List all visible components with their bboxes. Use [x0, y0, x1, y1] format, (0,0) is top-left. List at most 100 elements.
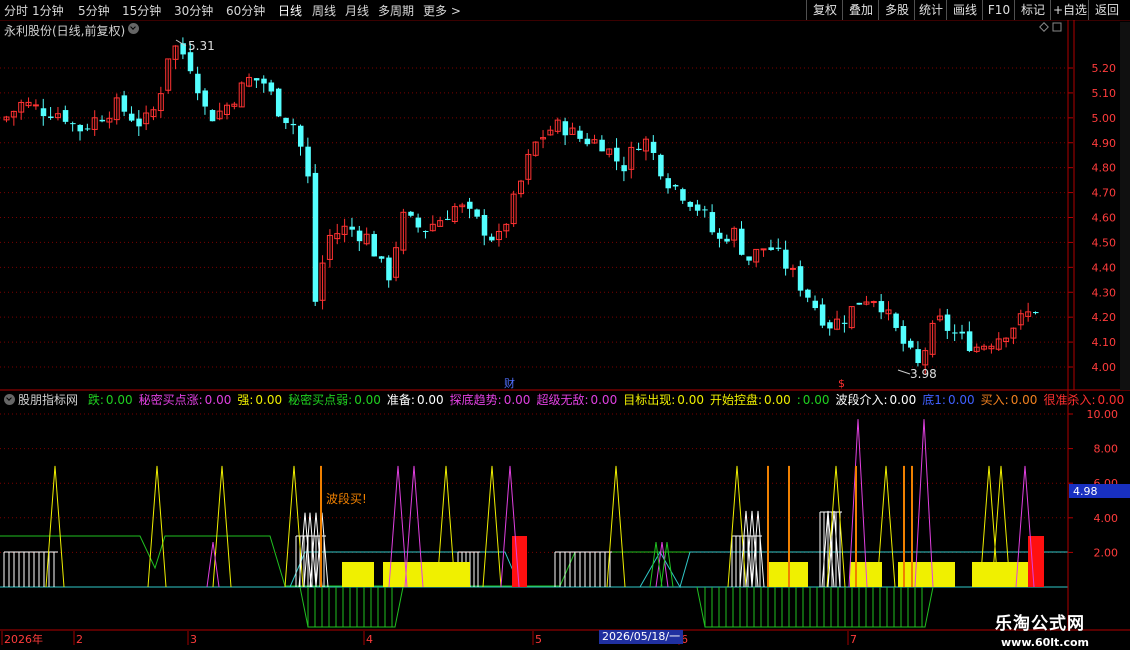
indicator-legend-value: 0.00 — [503, 393, 531, 407]
candle-body — [386, 257, 392, 281]
candle-body — [739, 228, 745, 255]
candle-body — [261, 78, 267, 84]
candle — [437, 216, 444, 227]
indicator-legend-value: 0.00 — [204, 393, 232, 407]
candle — [599, 135, 605, 152]
candle — [378, 255, 385, 263]
candle-body — [312, 172, 319, 302]
candle — [172, 45, 179, 70]
candle-body — [378, 256, 385, 259]
candle — [429, 215, 436, 232]
candle-body — [187, 52, 194, 72]
green-stripe-block — [696, 586, 934, 628]
candle — [40, 98, 47, 126]
candle-body — [40, 108, 47, 117]
candle — [525, 149, 532, 185]
indicator-legend-item: 秘密买点弱: 0.00 — [288, 391, 381, 408]
green-stripe-block-outline — [696, 586, 934, 628]
candle — [106, 111, 113, 129]
candle — [495, 223, 502, 247]
candle — [91, 110, 98, 136]
candle — [400, 208, 407, 255]
indicator-chevron-down-icon[interactable] — [4, 394, 15, 405]
candle — [642, 136, 649, 161]
candle — [54, 106, 61, 121]
candle-body — [746, 256, 752, 261]
candle — [275, 87, 282, 118]
candle — [1025, 302, 1032, 322]
candle — [518, 179, 524, 198]
time-label: 4 — [366, 633, 373, 646]
candle — [760, 248, 767, 257]
signal-spike — [727, 465, 747, 588]
candle — [349, 217, 355, 237]
candle-body — [84, 128, 91, 130]
indicator-legend-value: 0.00 — [947, 393, 975, 407]
candle-body — [870, 301, 877, 304]
indicator-legend-label: 开始控盘: — [709, 393, 763, 407]
candle-body — [121, 95, 128, 112]
candle-body — [415, 217, 422, 228]
candle-body — [789, 267, 796, 270]
yellow-block — [383, 562, 470, 587]
price-tick-label: 4.20 — [1092, 311, 1117, 324]
candle — [863, 295, 870, 306]
indicator-legend-value: 0.00 — [255, 393, 283, 407]
candle — [48, 106, 54, 120]
indicator-legend-item: 买入: 0.00 — [981, 391, 1038, 408]
candle — [216, 102, 223, 121]
indicator-legend-value: 0.00 — [802, 393, 830, 407]
right-side-scroll-text — [1120, 22, 1130, 390]
price-tick-label: 4.70 — [1092, 187, 1117, 200]
candle — [929, 320, 936, 358]
candle — [459, 202, 466, 213]
candle — [746, 256, 752, 266]
indicator-legend-label: 波段介入: — [835, 393, 888, 407]
candle-body — [783, 249, 789, 269]
candle — [577, 125, 583, 142]
indicator-legend-label: 很准杀入: — [1043, 393, 1096, 407]
candle — [739, 221, 745, 256]
candle-body — [298, 125, 304, 147]
indicator-legend-label: 目标出现: — [623, 393, 676, 407]
candle — [474, 208, 480, 219]
indicator-legend-label: 底1: — [922, 393, 946, 407]
signal-spike — [206, 541, 220, 588]
candle — [341, 218, 348, 243]
indicator-legend-value: 0.00 — [677, 393, 704, 407]
indicator-legend-value: 0.00 — [590, 393, 618, 407]
indicator-legend-item: 超级无敌: 0.00 — [536, 391, 617, 408]
candle-body — [136, 118, 142, 127]
candle-body — [489, 236, 495, 241]
axis-frame — [0, 20, 1130, 631]
candle — [1017, 309, 1024, 330]
candle — [893, 312, 899, 332]
candle-body — [99, 119, 106, 122]
candle — [621, 156, 627, 182]
indicator-legend-label: : — [796, 393, 801, 407]
candle — [334, 223, 341, 245]
candle — [562, 117, 569, 146]
candle — [783, 240, 789, 276]
indicator-legend-label: 探底趋势: — [449, 393, 502, 407]
candle-body — [944, 314, 951, 331]
crosshair-date-badge: 2026/05/18/一 — [599, 630, 684, 644]
stock-chart-canvas[interactable]: 5.20 5.10 5.00 4.90 4.80 4.70 4.60 4.50 4.40 4.30… — [0, 0, 1130, 650]
signal-spike — [649, 541, 663, 588]
indicator-legend-item: 准备: 0.00 — [387, 391, 444, 408]
candle — [157, 86, 164, 118]
candle — [775, 238, 782, 252]
candle-body — [62, 110, 69, 122]
candle-body — [636, 148, 642, 150]
candle — [312, 164, 319, 306]
candle — [422, 230, 429, 239]
indicator-legend-label: 准备: — [386, 393, 415, 407]
candle-body — [202, 90, 208, 107]
indicator-legend-value: 0.00 — [416, 393, 444, 407]
candle-body — [702, 209, 708, 211]
candle-body — [481, 215, 488, 236]
price-tick-label: 4.60 — [1092, 212, 1117, 225]
candle — [694, 199, 701, 216]
indicator-legend-label: 超级无敌: — [536, 393, 589, 407]
candle — [62, 105, 69, 125]
